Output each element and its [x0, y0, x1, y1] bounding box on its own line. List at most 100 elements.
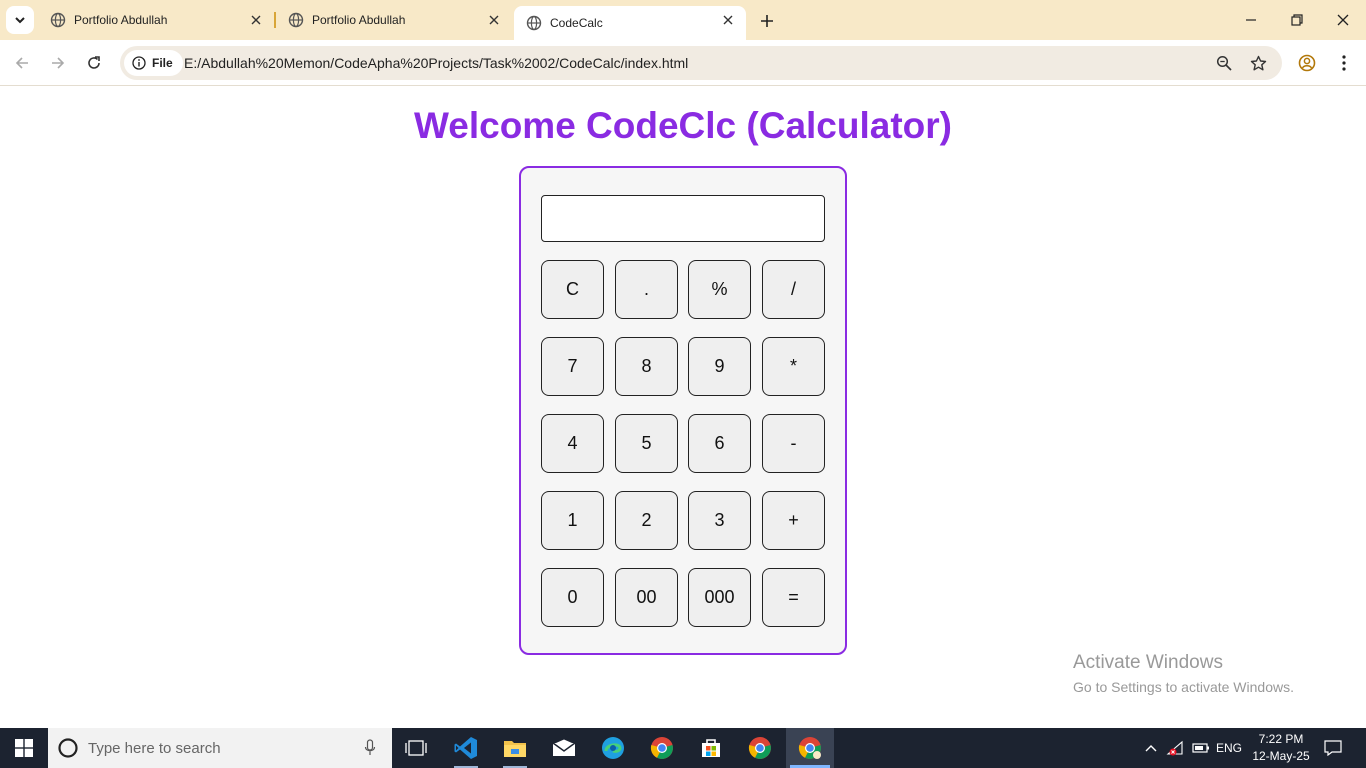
tab-portfolio-2[interactable]: Portfolio Abdullah — [276, 0, 512, 40]
activate-windows-watermark: Activate Windows Go to Settings to activ… — [1073, 652, 1294, 695]
profile-button[interactable] — [1296, 52, 1318, 74]
battery-status[interactable] — [1190, 728, 1212, 768]
key-percent[interactable]: % — [688, 260, 751, 319]
key-6[interactable]: 6 — [688, 414, 751, 473]
folder-icon — [504, 741, 526, 757]
zoom-button[interactable] — [1214, 53, 1234, 73]
key-2[interactable]: 2 — [615, 491, 678, 550]
tab-codecalc[interactable]: CodeCalc — [514, 6, 746, 40]
key-divide[interactable]: / — [762, 260, 825, 319]
mail-app[interactable] — [540, 728, 588, 768]
page-viewport: Welcome CodeClc (Calculator) C . % / 7 8… — [0, 87, 1366, 728]
browser-toolbar: File E:/Abdullah%20Memon/CodeApha%20Proj… — [0, 40, 1366, 86]
arrow-right-icon — [52, 57, 65, 69]
back-button[interactable] — [10, 51, 34, 75]
key-000[interactable]: 000 — [688, 568, 751, 627]
taskbar-search[interactable]: Type here to search — [48, 728, 392, 768]
globe-icon — [50, 12, 66, 28]
reload-icon — [88, 56, 100, 69]
clock-time: 7:22 PM — [1258, 732, 1304, 746]
task-view-button[interactable] — [392, 728, 440, 768]
network-status[interactable] — [1164, 728, 1188, 768]
store-icon — [702, 739, 720, 757]
tab-search-button[interactable] — [6, 6, 34, 34]
microphone-icon[interactable] — [364, 739, 376, 757]
close-icon — [1337, 14, 1349, 26]
address-bar[interactable]: File E:/Abdullah%20Memon/CodeApha%20Proj… — [120, 46, 1282, 80]
tab-title: Portfolio Abdullah — [74, 13, 168, 27]
key-clear[interactable]: C — [541, 260, 604, 319]
vscode-app[interactable] — [442, 728, 490, 768]
url-text[interactable]: E:/Abdullah%20Memon/CodeApha%20Projects/… — [184, 55, 688, 71]
chrome-app[interactable] — [638, 728, 686, 768]
key-1[interactable]: 1 — [541, 491, 604, 550]
network-disconnected-icon — [1166, 740, 1183, 756]
key-multiply[interactable]: * — [762, 337, 825, 396]
bookmark-button[interactable] — [1248, 53, 1268, 73]
key-add[interactable]: + — [762, 491, 825, 550]
tab-strip: Portfolio Abdullah Portfolio Abdullah Co… — [0, 0, 1366, 40]
key-decimal[interactable]: . — [615, 260, 678, 319]
minimize-icon — [1246, 19, 1256, 21]
edge-icon — [602, 737, 624, 759]
watermark-title: Activate Windows — [1073, 652, 1223, 673]
chrome-icon — [650, 737, 673, 759]
new-tab-button[interactable] — [756, 10, 778, 32]
restore-icon — [1291, 14, 1303, 26]
close-tab-icon[interactable] — [248, 12, 264, 28]
notifications-button[interactable] — [1320, 728, 1346, 768]
chrome-app-2[interactable] — [736, 728, 784, 768]
search-placeholder: Type here to search — [88, 739, 221, 757]
forward-button[interactable] — [46, 51, 70, 75]
start-button[interactable] — [0, 728, 48, 768]
task-view-icon — [405, 740, 427, 756]
windows-logo-icon — [15, 739, 33, 757]
security-label: File — [152, 56, 173, 70]
restore-button[interactable] — [1282, 6, 1312, 34]
edge-app[interactable] — [589, 728, 637, 768]
close-tab-icon[interactable] — [486, 12, 502, 28]
key-8[interactable]: 8 — [615, 337, 678, 396]
key-0[interactable]: 0 — [541, 568, 604, 627]
info-icon — [132, 56, 146, 70]
key-9[interactable]: 9 — [688, 337, 751, 396]
store-app[interactable] — [687, 728, 735, 768]
chrome-app-active[interactable] — [786, 728, 834, 768]
close-tab-icon[interactable] — [720, 12, 736, 28]
mail-icon — [552, 739, 576, 756]
arrow-left-icon — [15, 57, 28, 69]
more-vertical-icon — [1342, 55, 1346, 71]
chrome-icon — [748, 737, 771, 759]
file-explorer-app[interactable] — [491, 728, 539, 768]
key-5[interactable]: 5 — [615, 414, 678, 473]
minimize-button[interactable] — [1236, 6, 1266, 34]
globe-icon — [288, 12, 304, 28]
plus-icon — [761, 15, 773, 27]
notification-icon — [1324, 740, 1342, 756]
vscode-icon — [454, 737, 477, 759]
key-equals[interactable]: = — [762, 568, 825, 627]
key-00[interactable]: 00 — [615, 568, 678, 627]
cortana-icon — [58, 738, 78, 758]
show-hidden-icons-button[interactable] — [1140, 728, 1162, 768]
tab-title: CodeCalc — [550, 16, 603, 30]
clock[interactable]: 7:22 PM 12-May-25 — [1248, 731, 1314, 765]
key-subtract[interactable]: - — [762, 414, 825, 473]
taskbar: Type here to search ENG 7:22 PM 12-May-2… — [0, 728, 1366, 768]
reload-button[interactable] — [82, 51, 106, 75]
close-window-button[interactable] — [1328, 6, 1358, 34]
tab-portfolio-1[interactable]: Portfolio Abdullah — [38, 0, 274, 40]
key-4[interactable]: 4 — [541, 414, 604, 473]
watermark-subtitle: Go to Settings to activate Windows. — [1073, 679, 1294, 695]
chevron-down-icon — [15, 17, 25, 24]
key-7[interactable]: 7 — [541, 337, 604, 396]
language-indicator[interactable]: ENG — [1214, 728, 1244, 768]
menu-button[interactable] — [1333, 52, 1355, 74]
battery-icon — [1192, 743, 1209, 753]
chevron-up-icon — [1145, 745, 1157, 752]
site-info-chip[interactable]: File — [124, 50, 183, 76]
key-3[interactable]: 3 — [688, 491, 751, 550]
calculator-display[interactable] — [541, 195, 825, 242]
page-title: Welcome CodeClc (Calculator) — [414, 105, 952, 146]
clock-date: 12-May-25 — [1252, 749, 1310, 763]
